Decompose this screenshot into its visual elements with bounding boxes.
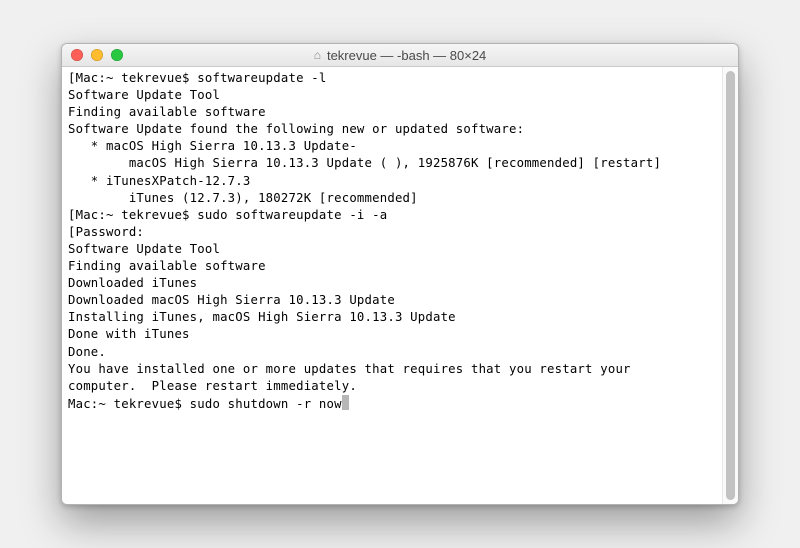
scrollbar-track[interactable]	[722, 67, 738, 504]
terminal-line: [Mac:~ tekrevue$ softwareupdate -l	[68, 70, 716, 87]
terminal-line: iTunes (12.7.3), 180272K [recommended]	[68, 190, 716, 207]
window-title: ⌂ tekrevue — -bash — 80×24	[62, 48, 738, 63]
terminal-line: You have installed one or more updates t…	[68, 361, 716, 378]
terminal-window: ⌂ tekrevue — -bash — 80×24 [Mac:~ tekrev…	[61, 43, 739, 505]
window-title-text: tekrevue — -bash — 80×24	[327, 48, 486, 63]
close-button[interactable]	[71, 49, 83, 61]
home-icon: ⌂	[314, 49, 321, 61]
terminal-line: [Mac:~ tekrevue$ sudo softwareupdate -i …	[68, 207, 716, 224]
terminal-line: Installing iTunes, macOS High Sierra 10.…	[68, 309, 716, 326]
terminal-output[interactable]: [Mac:~ tekrevue$ softwareupdate -lSoftwa…	[62, 67, 722, 504]
terminal-line: * iTunesXPatch-12.7.3	[68, 173, 716, 190]
terminal-line: Finding available software	[68, 104, 716, 121]
terminal-line: Software Update found the following new …	[68, 121, 716, 138]
scrollbar-thumb[interactable]	[726, 71, 735, 500]
terminal-line: Downloaded iTunes	[68, 275, 716, 292]
terminal-cursor	[342, 395, 350, 410]
terminal-content-wrap: [Mac:~ tekrevue$ softwareupdate -lSoftwa…	[62, 67, 738, 504]
terminal-line: Done.	[68, 344, 716, 361]
terminal-line: Done with iTunes	[68, 326, 716, 343]
zoom-button[interactable]	[111, 49, 123, 61]
terminal-line: computer. Please restart immediately.	[68, 378, 716, 395]
terminal-line: macOS High Sierra 10.13.3 Update ( ), 19…	[68, 155, 716, 172]
terminal-line: * macOS High Sierra 10.13.3 Update-	[68, 138, 716, 155]
terminal-line: Software Update Tool	[68, 241, 716, 258]
terminal-line: Downloaded macOS High Sierra 10.13.3 Upd…	[68, 292, 716, 309]
terminal-line: Mac:~ tekrevue$ sudo shutdown -r now	[68, 395, 716, 413]
terminal-line: Software Update Tool	[68, 87, 716, 104]
minimize-button[interactable]	[91, 49, 103, 61]
window-titlebar[interactable]: ⌂ tekrevue — -bash — 80×24	[62, 44, 738, 67]
terminal-line: Finding available software	[68, 258, 716, 275]
terminal-line: [Password:	[68, 224, 716, 241]
traffic-lights	[71, 49, 123, 61]
page-canvas: ⌂ tekrevue — -bash — 80×24 [Mac:~ tekrev…	[0, 0, 800, 548]
